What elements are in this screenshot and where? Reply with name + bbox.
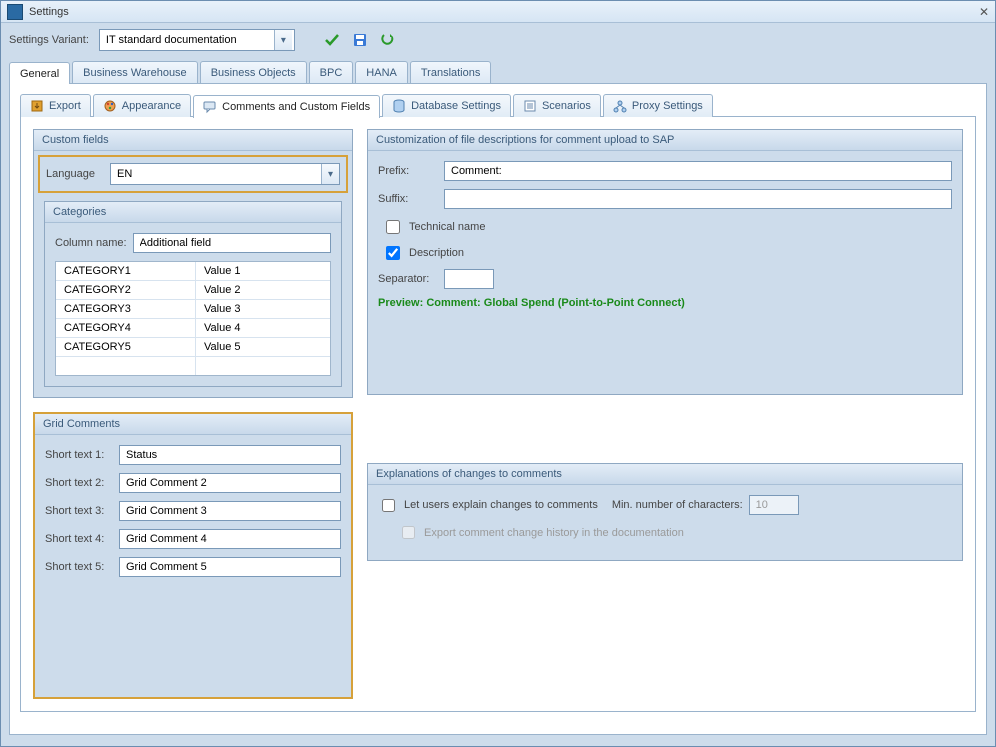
- network-icon: [613, 99, 627, 113]
- chevron-down-icon[interactable]: ▾: [274, 30, 292, 50]
- min-chars-label: Min. number of characters:: [612, 499, 743, 511]
- subtab-export[interactable]: Export: [20, 94, 91, 117]
- check-icon: [324, 32, 340, 48]
- export-history-checkbox: [402, 526, 415, 539]
- export-history-label: Export comment change history in the doc…: [424, 527, 684, 539]
- panel: Custom fields Language ▾ Categories: [20, 116, 976, 712]
- short-text-5-input[interactable]: [119, 557, 341, 577]
- refresh-button[interactable]: [377, 29, 399, 51]
- custom-fields-title: Custom fields: [34, 130, 352, 151]
- save-button[interactable]: [349, 29, 371, 51]
- subtab-appearance[interactable]: Appearance: [93, 94, 191, 117]
- technical-name-label: Technical name: [409, 221, 485, 233]
- short-text-4-input[interactable]: [119, 529, 341, 549]
- grid-comments-group: Grid Comments Short text 1: Short text 2…: [33, 412, 353, 699]
- language-combo[interactable]: ▾: [110, 163, 340, 185]
- column-name-label: Column name:: [55, 237, 127, 249]
- preview-label: Preview:: [378, 297, 423, 309]
- short-text-4-label: Short text 4:: [45, 533, 113, 545]
- table-row: CATEGORY1Value 1: [56, 262, 330, 281]
- apply-button[interactable]: [321, 29, 343, 51]
- description-label: Description: [409, 247, 464, 259]
- table-row: [56, 357, 330, 375]
- suffix-label: Suffix:: [378, 193, 438, 205]
- left-column: Custom fields Language ▾ Categories: [33, 129, 353, 699]
- refresh-icon: [380, 32, 396, 48]
- language-row: Language ▾: [38, 155, 348, 193]
- description-checkbox[interactable]: [386, 246, 400, 260]
- preview-row: Preview: Comment: Global Spend (Point-to…: [378, 297, 952, 309]
- table-row: CATEGORY3Value 3: [56, 300, 330, 319]
- short-text-5-label: Short text 5:: [45, 561, 113, 573]
- sub-tabs: Export Appearance Comments and Custom Fi…: [20, 94, 976, 117]
- grid-comments-title: Grid Comments: [35, 414, 351, 435]
- settings-variant-label: Settings Variant:: [9, 34, 89, 46]
- let-users-label: Let users explain changes to comments: [404, 499, 598, 511]
- close-icon[interactable]: ✕: [979, 5, 989, 19]
- chevron-down-icon[interactable]: ▾: [321, 164, 339, 184]
- tab-bpc[interactable]: BPC: [309, 61, 354, 83]
- window-title: Settings: [29, 6, 69, 18]
- preview-value: Comment: Global Spend (Point-to-Point Co…: [426, 297, 684, 309]
- settings-variant-input[interactable]: [100, 30, 274, 50]
- subtab-proxy-settings[interactable]: Proxy Settings: [603, 94, 713, 117]
- short-text-2-label: Short text 2:: [45, 477, 113, 489]
- separator-input[interactable]: [444, 269, 494, 289]
- table-row: CATEGORY4Value 4: [56, 319, 330, 338]
- tab-business-objects[interactable]: Business Objects: [200, 61, 307, 83]
- short-text-1-label: Short text 1:: [45, 449, 113, 461]
- custom-fields-group: Custom fields Language ▾ Categories: [33, 129, 353, 398]
- content: Export Appearance Comments and Custom Fi…: [9, 83, 987, 735]
- explanations-group: Explanations of changes to comments Let …: [367, 463, 963, 561]
- save-icon: [352, 32, 368, 48]
- customization-title: Customization of file descriptions for c…: [368, 130, 962, 151]
- categories-grid[interactable]: CATEGORY1Value 1 CATEGORY2Value 2 CATEGO…: [55, 261, 331, 376]
- comment-icon: [203, 100, 217, 114]
- tab-translations[interactable]: Translations: [410, 61, 492, 83]
- palette-icon: [103, 99, 117, 113]
- main-tabs: General Business Warehouse Business Obje…: [1, 57, 995, 83]
- categories-group: Categories Column name: CATEGORY1Value 1…: [44, 201, 342, 387]
- list-icon: [523, 99, 537, 113]
- suffix-input[interactable]: [444, 189, 952, 209]
- min-chars-input: [749, 495, 799, 515]
- short-text-3-input[interactable]: [119, 501, 341, 521]
- language-label: Language: [46, 168, 104, 180]
- toolbar: Settings Variant: ▾: [1, 23, 995, 57]
- table-row: CATEGORY5Value 5: [56, 338, 330, 357]
- titlebar: Settings ✕: [1, 1, 995, 23]
- column-name-input[interactable]: [133, 233, 331, 253]
- categories-title: Categories: [45, 202, 341, 223]
- let-users-checkbox[interactable]: [382, 499, 395, 512]
- tab-hana[interactable]: HANA: [355, 61, 408, 83]
- technical-name-checkbox[interactable]: [386, 220, 400, 234]
- short-text-1-input[interactable]: [119, 445, 341, 465]
- right-column: Customization of file descriptions for c…: [367, 129, 963, 699]
- database-icon: [392, 99, 406, 113]
- tab-general[interactable]: General: [9, 62, 70, 84]
- settings-variant-combo[interactable]: ▾: [99, 29, 295, 51]
- app-icon: [7, 4, 23, 20]
- subtab-database-settings[interactable]: Database Settings: [382, 94, 511, 117]
- customization-group: Customization of file descriptions for c…: [367, 129, 963, 395]
- table-row: CATEGORY2Value 2: [56, 281, 330, 300]
- explanations-title: Explanations of changes to comments: [368, 464, 962, 485]
- settings-window: Settings ✕ Settings Variant: ▾ General B…: [0, 0, 996, 747]
- prefix-input[interactable]: [444, 161, 952, 181]
- export-icon: [30, 99, 44, 113]
- short-text-3-label: Short text 3:: [45, 505, 113, 517]
- language-input[interactable]: [111, 164, 321, 184]
- tab-business-warehouse[interactable]: Business Warehouse: [72, 61, 198, 83]
- prefix-label: Prefix:: [378, 165, 438, 177]
- short-text-2-input[interactable]: [119, 473, 341, 493]
- separator-label: Separator:: [378, 273, 438, 285]
- subtab-scenarios[interactable]: Scenarios: [513, 94, 601, 117]
- subtab-comments-custom-fields[interactable]: Comments and Custom Fields: [193, 95, 380, 118]
